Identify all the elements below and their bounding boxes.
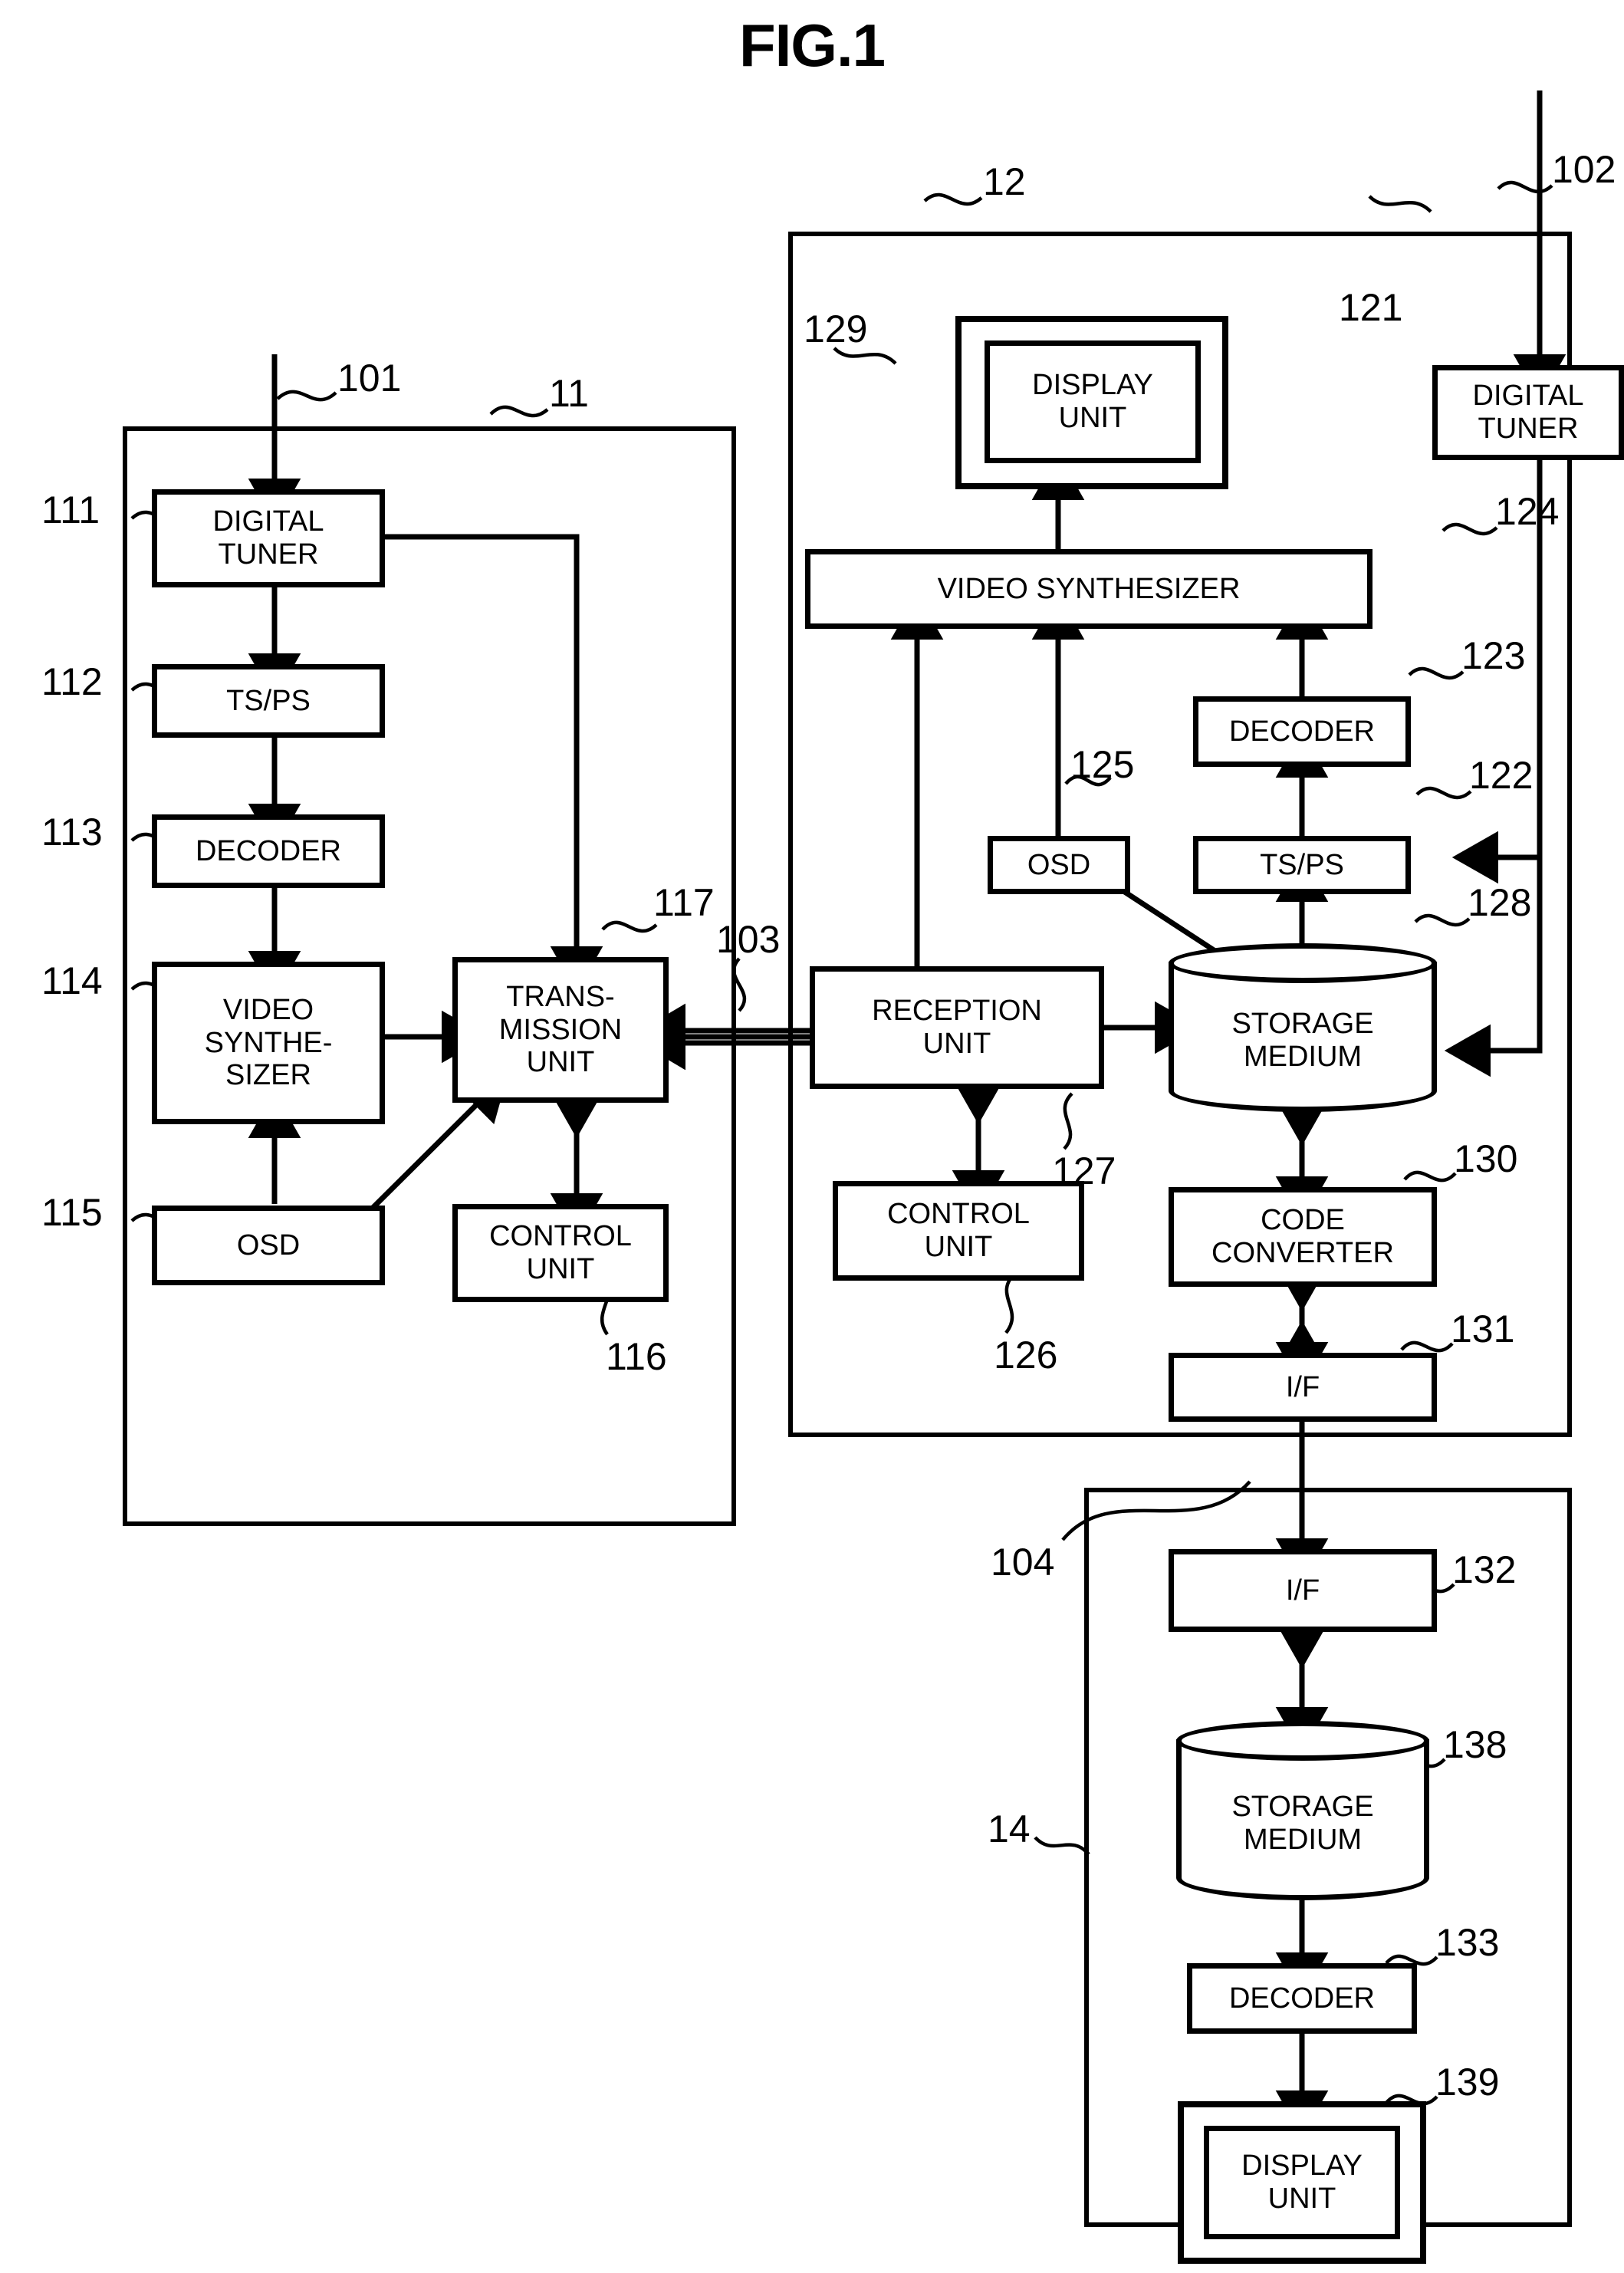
- ref-123: 123: [1461, 634, 1526, 677]
- ref-117: 117: [653, 881, 715, 924]
- ref-103: 103: [716, 918, 781, 961]
- receiver-digital-tuner[interactable]: DIGITAL TUNER: [1432, 365, 1624, 460]
- external-storage-medium[interactable]: STORAGE MEDIUM: [1176, 1721, 1429, 1900]
- ref-133: 133: [1435, 1921, 1500, 1964]
- ref-126: 126: [994, 1334, 1058, 1377]
- transmitter-control-unit[interactable]: CONTROL UNIT: [452, 1204, 669, 1302]
- ref-104: 104: [991, 1541, 1055, 1584]
- ref-111: 111: [41, 488, 100, 531]
- ref-128: 128: [1468, 881, 1532, 924]
- receiver-video-synthesizer[interactable]: VIDEO SYNTHESIZER: [805, 549, 1373, 629]
- ref-113: 113: [41, 811, 103, 854]
- ref-127: 127: [1052, 1150, 1116, 1192]
- receiver-storage-medium[interactable]: STORAGE MEDIUM: [1169, 943, 1437, 1112]
- ref-122: 122: [1469, 754, 1534, 797]
- ref-132: 132: [1452, 1548, 1517, 1591]
- ref-14: 14: [988, 1808, 1031, 1850]
- ref-125: 125: [1070, 743, 1135, 786]
- receiver-storage-medium-label: STORAGE MEDIUM: [1231, 1008, 1374, 1073]
- ref-114: 114: [41, 959, 103, 1002]
- ref-116: 116: [606, 1335, 667, 1378]
- receiver-code-converter[interactable]: CODE CONVERTER: [1169, 1187, 1437, 1287]
- figure-title: FIG.1: [738, 12, 886, 79]
- patent-figure-page: FIG.1 DIGITAL TUNER TS/PS DECODER VIDEO …: [0, 0, 1624, 2273]
- receiver-display-unit[interactable]: DISPLAY UNIT: [985, 340, 1201, 463]
- transmitter-transmission-unit[interactable]: TRANS- MISSION UNIT: [452, 957, 669, 1103]
- receiver-interface[interactable]: I/F: [1169, 1353, 1437, 1422]
- ref-138: 138: [1443, 1723, 1507, 1766]
- ref-129: 129: [804, 308, 868, 350]
- ref-130: 130: [1454, 1137, 1518, 1180]
- ref-12: 12: [983, 160, 1026, 203]
- ref-139: 139: [1435, 2061, 1500, 2104]
- ref-124: 124: [1495, 490, 1560, 533]
- receiver-reception-unit[interactable]: RECEPTION UNIT: [810, 966, 1104, 1089]
- transmitter-video-synthesizer[interactable]: VIDEO SYNTHE- SIZER: [152, 962, 385, 1124]
- ref-115: 115: [41, 1191, 103, 1234]
- receiver-decoder[interactable]: DECODER: [1193, 696, 1411, 767]
- external-storage-medium-label: STORAGE MEDIUM: [1231, 1791, 1374, 1856]
- ref-11: 11: [549, 372, 589, 415]
- external-interface[interactable]: I/F: [1169, 1549, 1437, 1632]
- transmitter-osd[interactable]: OSD: [152, 1206, 385, 1285]
- ref-112: 112: [41, 660, 103, 703]
- ref-102: 102: [1552, 148, 1616, 191]
- receiver-control-unit[interactable]: CONTROL UNIT: [833, 1181, 1084, 1281]
- external-decoder[interactable]: DECODER: [1187, 1963, 1417, 2034]
- ref-121: 121: [1339, 286, 1403, 329]
- ref-101: 101: [337, 357, 402, 400]
- transmitter-ts-ps[interactable]: TS/PS: [152, 664, 385, 738]
- receiver-ts-ps[interactable]: TS/PS: [1193, 836, 1411, 894]
- ref-131: 131: [1451, 1308, 1515, 1350]
- external-display-unit[interactable]: DISPLAY UNIT: [1204, 2126, 1400, 2239]
- transmitter-digital-tuner[interactable]: DIGITAL TUNER: [152, 489, 385, 587]
- transmitter-decoder[interactable]: DECODER: [152, 814, 385, 888]
- receiver-osd[interactable]: OSD: [988, 836, 1130, 894]
